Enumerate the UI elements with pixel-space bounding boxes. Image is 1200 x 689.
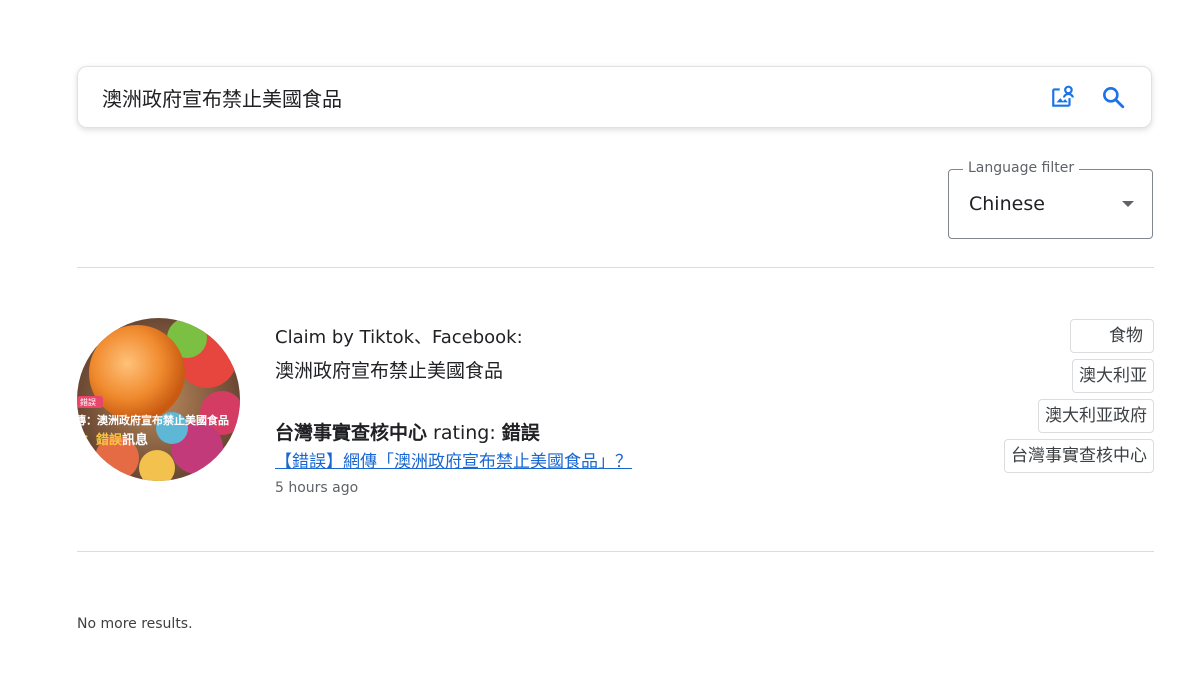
tag-chip[interactable]: 食物 xyxy=(1070,319,1154,353)
image-search-icon[interactable] xyxy=(1049,83,1077,111)
thumbnail-caption-2a: ：錯誤訊息 xyxy=(83,432,148,448)
claim-thumbnail[interactable]: 錯誤 傳：澳洲政府宣布禁止美國食品 ：錯誤訊息 xyxy=(77,318,240,481)
search-input[interactable] xyxy=(78,77,1049,117)
tag-list: 食物 澳大利亚 澳大利亚政府 台灣事實查核中心 xyxy=(1004,319,1154,473)
claim-rating: 台灣事實查核中心 rating: 錯誤 xyxy=(275,418,540,445)
chevron-down-icon xyxy=(1122,201,1134,207)
claim-text: 澳洲政府宣布禁止美國食品 xyxy=(275,360,504,382)
rating-value: 錯誤 xyxy=(501,422,540,444)
rating-source: 台灣事實查核中心 xyxy=(275,422,428,444)
language-filter-select[interactable]: Language filter Chinese xyxy=(948,160,1153,239)
fact-check-article-link[interactable]: 【錯誤】網傳「澳洲政府宣布禁止美國食品」？ xyxy=(275,447,632,472)
thumbnail-caption-1: 傳：澳洲政府宣布禁止美國食品 xyxy=(77,413,229,427)
divider-top xyxy=(77,267,1154,268)
search-icon[interactable] xyxy=(1099,83,1127,111)
language-filter-value: Chinese xyxy=(969,193,1045,215)
tag-chip[interactable]: 台灣事實查核中心 xyxy=(1004,439,1154,473)
no-more-results: No more results. xyxy=(77,616,193,632)
language-filter-label: Language filter xyxy=(963,160,1080,176)
claim-timestamp: 5 hours ago xyxy=(275,480,359,496)
page: Language filter Chinese xyxy=(0,0,1200,689)
thumbnail-badge: 錯誤 xyxy=(80,397,96,407)
search-actions xyxy=(1049,83,1151,111)
claim-title: Claim by Tiktok、Facebook: xyxy=(275,327,523,348)
search-bar xyxy=(77,66,1152,128)
rating-label: rating: xyxy=(427,422,502,444)
tag-chip[interactable]: 澳大利亚 xyxy=(1072,359,1154,393)
tag-chip[interactable]: 澳大利亚政府 xyxy=(1038,399,1154,433)
divider-bottom xyxy=(77,551,1154,552)
